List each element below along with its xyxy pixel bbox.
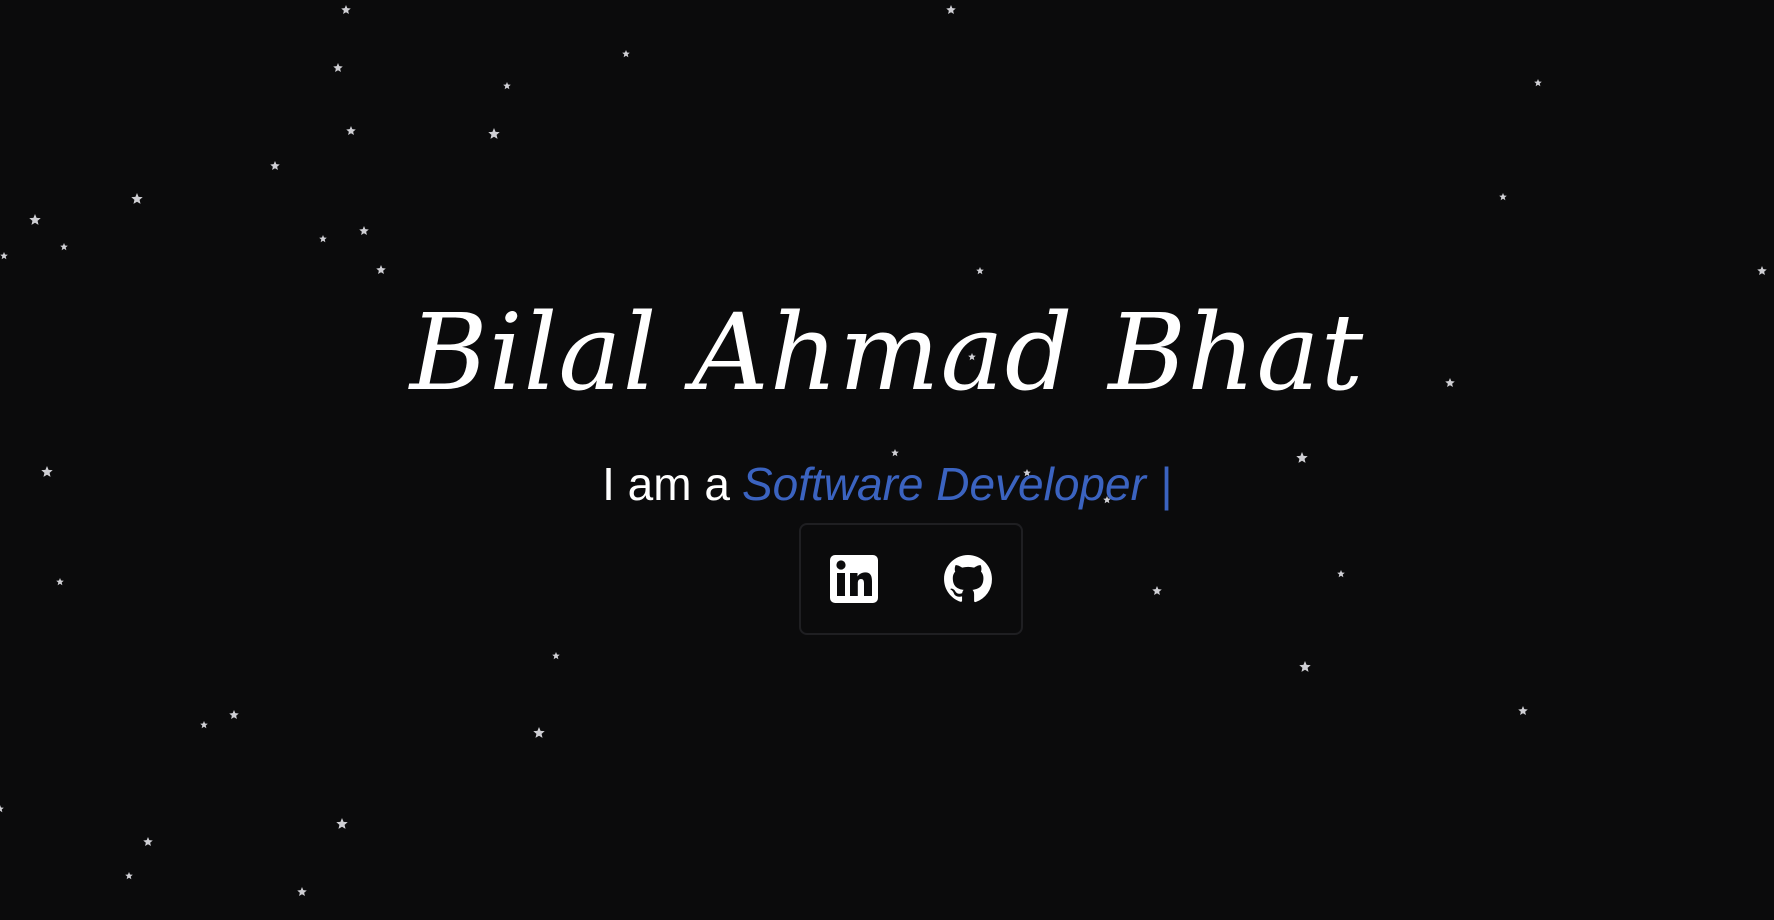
star [131, 193, 143, 204]
star [359, 226, 369, 236]
star [891, 449, 899, 457]
star [1757, 266, 1767, 276]
star [503, 82, 511, 90]
tagline-intro: I am a [602, 458, 730, 510]
star [0, 252, 8, 260]
star [1337, 570, 1345, 578]
star [125, 872, 133, 880]
star [341, 5, 351, 15]
star [319, 235, 327, 243]
star [297, 887, 307, 897]
linkedin-icon [830, 555, 878, 603]
star [346, 126, 356, 136]
typed-role: Software Developer [741, 458, 1146, 510]
star [333, 63, 343, 73]
star [1152, 586, 1162, 596]
star [552, 652, 560, 660]
star [60, 243, 68, 251]
star [336, 818, 348, 829]
github-icon [944, 555, 992, 603]
linkedin-link[interactable] [829, 554, 879, 604]
star [56, 578, 64, 586]
star [946, 5, 956, 15]
star [976, 267, 984, 275]
github-link[interactable] [943, 554, 993, 604]
page-title: Bilal Ahmad Bhat [409, 291, 1365, 414]
star [270, 161, 280, 171]
hero-section: Bilal Ahmad Bhat I am a Software Develope… [0, 0, 1774, 920]
star [143, 837, 153, 847]
social-links [799, 523, 1023, 635]
star [1534, 79, 1542, 87]
star [1499, 193, 1507, 201]
star [376, 265, 386, 275]
star [229, 710, 239, 720]
tagline: I am a Software Developer | [0, 458, 1774, 510]
star [0, 805, 4, 813]
star [200, 721, 208, 729]
star [1299, 661, 1311, 672]
star [533, 727, 545, 738]
star [488, 128, 500, 139]
typing-cursor: | [1159, 458, 1172, 510]
star [29, 214, 41, 225]
star [622, 50, 630, 58]
star [1518, 706, 1528, 716]
